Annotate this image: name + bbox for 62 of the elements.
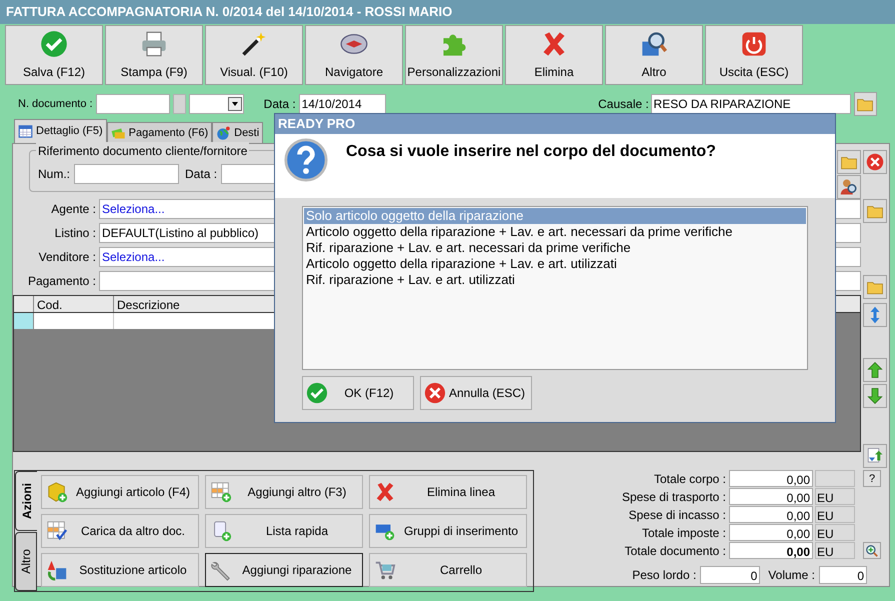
- total-label: Totale corpo :: [654, 470, 726, 488]
- tab[interactable]: Pagamento (F6): [106, 122, 212, 143]
- amount-field[interactable]: 0,00: [729, 470, 813, 487]
- field-label: Causale :: [598, 96, 650, 113]
- action-button[interactable]: Aggiungi articolo (F4): [41, 475, 199, 509]
- field-label: Agente :: [50, 200, 97, 218]
- volume-label: Volume :: [768, 567, 815, 584]
- toolbar-button[interactable]: Salva (F12): [5, 25, 103, 85]
- total-label: Spese di trasporto :: [622, 488, 726, 506]
- toolbar-button[interactable]: Visual. (F10): [205, 25, 303, 85]
- tab[interactable]: Dettaglio (F5): [14, 119, 107, 143]
- vertical-tab[interactable]: Altro: [15, 532, 37, 591]
- toolbar-button[interactable]: Navigatore: [305, 25, 403, 85]
- currency-field: EU: [815, 488, 855, 505]
- list-option[interactable]: Articolo oggetto della riparazione + Lav. e art. utilizzati: [304, 256, 806, 272]
- toolbar-button[interactable]: Uscita (ESC): [705, 25, 803, 85]
- field-label: Data :: [185, 166, 218, 183]
- dialog-question: Cosa si vuole inserire nel corpo del documento?: [346, 142, 716, 162]
- field-label: Listino :: [54, 224, 97, 242]
- toolbar-button[interactable]: Stampa (F9): [105, 25, 203, 85]
- action-button[interactable]: Aggiungi riparazione: [205, 553, 363, 587]
- list-option[interactable]: Rif. riparazione + Lav. e art. utilizzati: [304, 272, 806, 288]
- total-label: Spese di incasso :: [628, 506, 726, 524]
- field-label: Num.:: [38, 166, 70, 183]
- list-option[interactable]: Rif. riparazione + Lav. e art. necessari da prime verifiche: [304, 240, 806, 256]
- currency-field: EU: [815, 542, 855, 559]
- action-button[interactable]: Aggiungi altro (F3): [205, 475, 363, 509]
- column-header[interactable]: Cod.: [34, 296, 114, 312]
- toolbar-button[interactable]: Altro: [605, 25, 703, 85]
- volume-field[interactable]: 0: [819, 566, 867, 584]
- currency-field: EU: [815, 524, 855, 541]
- window-title: FATTURA ACCOMPAGNATORIA N. 0/2014 del 14/10/2014 - ROSSI MARIO: [6, 3, 452, 22]
- total-label: Totale documento :: [624, 542, 726, 560]
- toolbar-button[interactable]: Elimina: [505, 25, 603, 85]
- weight-label: Peso lordo :: [632, 567, 696, 584]
- action-button[interactable]: Carica da altro doc.: [41, 514, 199, 548]
- vertical-tab[interactable]: Azioni: [15, 471, 37, 530]
- dialog-button[interactable]: OK (F12): [302, 376, 414, 410]
- help-button[interactable]: ?: [863, 470, 881, 487]
- weight-field[interactable]: 0: [700, 566, 760, 584]
- amount-field[interactable]: 0,00: [729, 488, 813, 505]
- dialog-title: READY PRO: [278, 115, 356, 134]
- input-field[interactable]: RESO DA RIPARAZIONE: [650, 94, 851, 114]
- input-field[interactable]: 14/10/2014: [298, 94, 386, 114]
- amount-field[interactable]: 0,00: [729, 506, 813, 523]
- amount-field[interactable]: 0,00: [729, 524, 813, 541]
- dialog-button[interactable]: Annulla (ESC): [420, 376, 532, 410]
- total-label: Totale imposte :: [642, 524, 726, 542]
- field-label: Pagamento :: [26, 272, 97, 290]
- action-button[interactable]: Gruppi di inserimento: [369, 514, 527, 548]
- action-button[interactable]: Lista rapida: [205, 514, 363, 548]
- field-label: Venditore :: [38, 248, 97, 266]
- tab[interactable]: Desti: [212, 122, 264, 143]
- field-label: N. documento :: [18, 96, 94, 112]
- action-button[interactable]: Elimina linea: [369, 475, 527, 509]
- toolbar-button[interactable]: Personalizzazioni: [405, 25, 503, 85]
- field-label: Data :: [264, 96, 297, 113]
- currency-field: EU: [815, 506, 855, 523]
- action-button[interactable]: Sostituzione articolo: [41, 553, 199, 587]
- list-option[interactable]: Articolo oggetto della riparazione + Lav. e art. necessari da prime verifiche: [304, 224, 806, 240]
- amount-field[interactable]: 0,00: [729, 542, 813, 559]
- action-button[interactable]: Carrello: [369, 553, 527, 587]
